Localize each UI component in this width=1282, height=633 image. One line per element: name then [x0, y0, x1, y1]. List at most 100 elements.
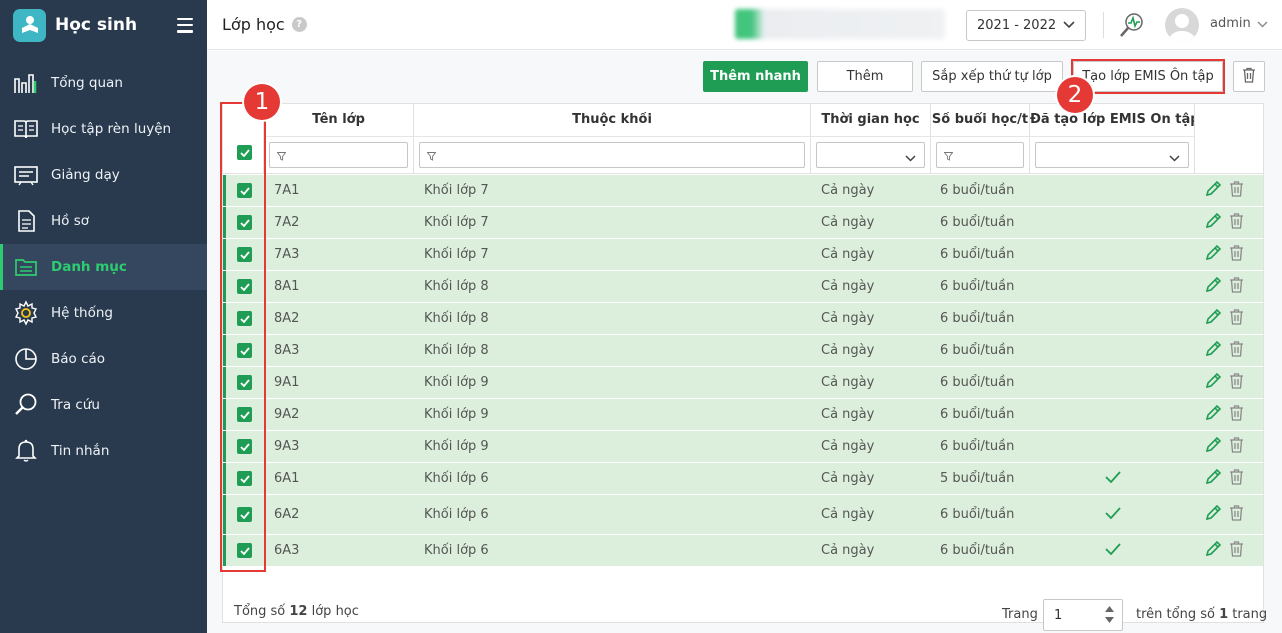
chevron-down-icon[interactable]	[1257, 17, 1268, 32]
delete-all-button[interactable]	[1233, 61, 1265, 92]
trash-icon[interactable]	[1229, 244, 1244, 265]
sidebar-item-7[interactable]: Báo cáo	[0, 336, 207, 382]
edit-icon[interactable]	[1205, 404, 1222, 425]
page-stepper[interactable]	[1105, 606, 1114, 623]
user-name[interactable]: admin	[1210, 16, 1251, 31]
sidebar-item-2[interactable]: Học tập rèn luyện	[0, 106, 207, 152]
cell-sessions: 6 buổi/tuần	[940, 343, 1015, 358]
sidebar-item-8[interactable]: Tra cứu	[0, 382, 207, 428]
cell-sessions: 5 buổi/tuần	[940, 471, 1015, 486]
cell-study-time: Cả ngày	[821, 543, 875, 558]
edit-icon[interactable]	[1205, 504, 1222, 525]
avatar[interactable]	[1165, 8, 1199, 42]
row-actions	[1205, 367, 1244, 398]
bell-icon	[13, 438, 39, 464]
trash-icon[interactable]	[1229, 212, 1244, 233]
edit-icon[interactable]	[1205, 180, 1222, 201]
edit-icon[interactable]	[1205, 468, 1222, 489]
table-row[interactable]: 6A1 Khối lớp 6 Cả ngày 5 buổi/tuần	[223, 463, 1263, 495]
edit-icon[interactable]	[1205, 540, 1222, 561]
menu-toggle-icon[interactable]	[177, 17, 193, 33]
sidebar-item-9[interactable]: Tin nhắn	[0, 428, 207, 474]
cell-class-name: 7A3	[274, 247, 300, 262]
total-pages-value: 1	[1219, 607, 1229, 622]
sidebar-item-4[interactable]: Hồ sơ	[0, 198, 207, 244]
row-actions	[1205, 175, 1244, 206]
sessions-filter[interactable]	[936, 142, 1024, 168]
edit-icon[interactable]	[1205, 276, 1222, 297]
cell-study-time: Cả ngày	[821, 407, 875, 422]
table-row[interactable]: 7A3 Khối lớp 7 Cả ngày 6 buổi/tuần	[223, 239, 1263, 271]
emis-created-filter-select[interactable]	[1035, 142, 1189, 168]
cell-grade: Khối lớp 8	[424, 343, 489, 358]
cell-grade: Khối lớp 9	[424, 439, 489, 454]
sidebar-item-label: Hồ sơ	[51, 213, 89, 229]
cell-study-time: Cả ngày	[821, 471, 875, 486]
trash-icon[interactable]	[1229, 372, 1244, 393]
table-row[interactable]: 9A1 Khối lớp 9 Cả ngày 6 buổi/tuần	[223, 367, 1263, 399]
sidebar-item-label: Báo cáo	[51, 351, 106, 367]
study-time-filter-select[interactable]	[816, 142, 925, 168]
table-row[interactable]: 8A1 Khối lớp 8 Cả ngày 6 buổi/tuần	[223, 271, 1263, 303]
page-label: Trang	[1002, 607, 1038, 622]
check-icon	[1104, 542, 1121, 559]
add-button[interactable]: Thêm	[817, 61, 913, 92]
table-row[interactable]: 8A3 Khối lớp 8 Cả ngày 6 buổi/tuần	[223, 335, 1263, 367]
activity-search-icon[interactable]	[1117, 10, 1147, 40]
cell-sessions: 6 buổi/tuần	[940, 215, 1015, 230]
trash-icon[interactable]	[1229, 540, 1244, 561]
sidebar-item-3[interactable]: Giảng dạy	[0, 152, 207, 198]
table-row[interactable]: 7A2 Khối lớp 7 Cả ngày 6 buổi/tuần	[223, 207, 1263, 239]
column-label: Thời gian học	[821, 112, 920, 127]
edit-icon[interactable]	[1205, 212, 1222, 233]
row-actions	[1205, 495, 1244, 534]
edit-icon[interactable]	[1205, 436, 1222, 457]
table-row[interactable]: 9A2 Khối lớp 9 Cả ngày 6 buổi/tuần	[223, 399, 1263, 431]
trash-icon[interactable]	[1229, 504, 1244, 525]
bar-chart-icon	[13, 70, 39, 96]
cell-sessions: 6 buổi/tuần	[940, 507, 1015, 522]
cell-class-name: 8A2	[274, 311, 300, 326]
edit-icon[interactable]	[1205, 308, 1222, 329]
sidebar-item-1[interactable]: Tổng quan	[0, 60, 207, 106]
page-number-input[interactable]: 1	[1043, 599, 1123, 631]
app-logo-icon[interactable]	[13, 8, 46, 42]
class-name-filter[interactable]	[269, 142, 408, 168]
trash-icon[interactable]	[1229, 308, 1244, 329]
table-row[interactable]: 6A3 Khối lớp 6 Cả ngày 6 buổi/tuần	[223, 535, 1263, 567]
sidebar-item-5[interactable]: Danh mục	[0, 244, 207, 290]
school-year-select[interactable]: 2021 - 2022	[966, 10, 1086, 41]
edit-icon[interactable]	[1205, 244, 1222, 265]
folder-icon	[13, 254, 39, 280]
cell-class-name: 6A3	[274, 543, 300, 558]
table-row[interactable]: 7A1 Khối lớp 7 Cả ngày 6 buổi/tuần	[223, 175, 1263, 207]
edit-icon[interactable]	[1205, 372, 1222, 393]
row-actions	[1205, 303, 1244, 334]
filter-icon	[276, 150, 287, 165]
sort-classes-button[interactable]: Sắp xếp thứ tự lớp	[921, 61, 1063, 92]
sidebar-item-6[interactable]: Hệ thống	[0, 290, 207, 336]
highlight-box-create-emis	[1071, 59, 1225, 94]
cell-emis-created	[1030, 399, 1195, 430]
table-row[interactable]: 9A3 Khối lớp 9 Cả ngày 6 buổi/tuần	[223, 431, 1263, 463]
trash-icon[interactable]	[1229, 404, 1244, 425]
help-icon[interactable]: ?	[291, 17, 307, 32]
table-row[interactable]: 8A2 Khối lớp 8 Cả ngày 6 buổi/tuần	[223, 303, 1263, 335]
edit-icon[interactable]	[1205, 340, 1222, 361]
column-header-grade: Thuộc khối	[414, 104, 811, 174]
trash-icon[interactable]	[1229, 276, 1244, 297]
trash-icon[interactable]	[1229, 436, 1244, 457]
column-header-emis-created: Đã tạo lớp EMIS Ôn tập	[1030, 104, 1195, 174]
cell-study-time: Cả ngày	[821, 183, 875, 198]
grade-filter[interactable]	[419, 142, 805, 168]
chevron-down-icon	[905, 151, 916, 166]
row-actions	[1205, 463, 1244, 494]
table-row[interactable]: 6A2 Khối lớp 6 Cả ngày 6 buổi/tuần	[223, 495, 1263, 535]
filter-icon	[426, 150, 437, 165]
quick-add-button[interactable]: Thêm nhanh	[703, 61, 808, 92]
trash-icon[interactable]	[1229, 468, 1244, 489]
trash-icon[interactable]	[1229, 340, 1244, 361]
trash-icon[interactable]	[1229, 180, 1244, 201]
cell-study-time: Cả ngày	[821, 247, 875, 262]
cell-study-time: Cả ngày	[821, 507, 875, 522]
